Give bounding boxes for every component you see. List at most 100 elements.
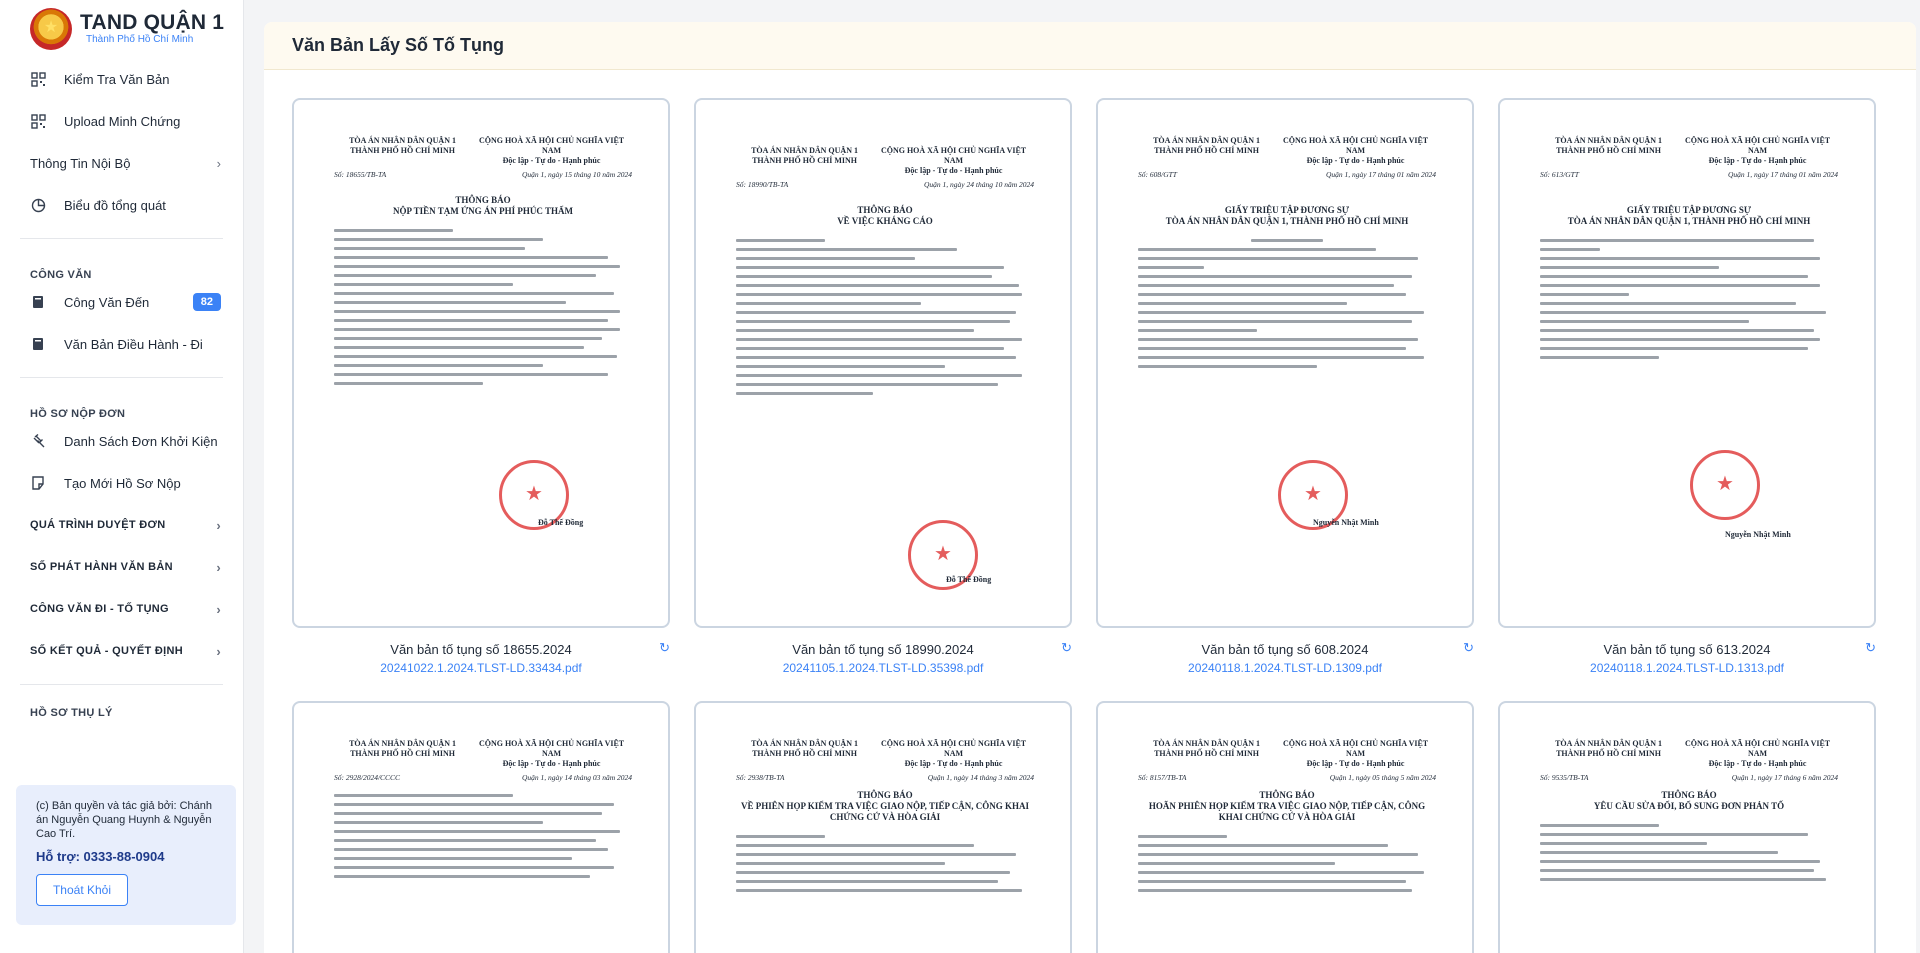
documents-card: Văn Bản Lấy Số Tố Tụng TÒA ÁN NHÂN DÂN Q… [264,22,1916,953]
sidebar-nav: Kiểm Tra Văn Bản Upload Minh Chứng Thông… [0,48,243,719]
scan-heading: GIẤY TRIỆU TẬP ĐƯƠNG SỰ [1224,205,1350,215]
sidebar-item-label: Thông Tin Nội Bộ [30,155,131,171]
document-card: TÒA ÁN NHÂN DÂN QUẬN 1 THÀNH PHỐ HỒ CHÍ M… [1096,701,1474,953]
refresh-icon[interactable]: ↻ [659,640,670,656]
scan-number: Số: 2928/2024/CCCC [334,773,401,782]
scan-motto: Độc lập - Tự do - Hạnh phúc [502,156,601,165]
scan-court: TÒA ÁN NHÂN DÂN QUẬN 1 [349,136,456,145]
scan-heading: THÔNG BÁO [857,790,913,800]
sidebar-item-check-docs[interactable]: Kiểm Tra Văn Bản [0,58,243,100]
scan-heading: THÔNG BÁO [1259,790,1315,800]
scan-city: THÀNH PHỐ HỒ CHÍ MINH [350,749,455,758]
document-title: Văn bản tố tụng số 608.2024 [1201,642,1369,657]
chevron-right-icon: › [216,643,221,659]
refresh-icon[interactable]: ↻ [1865,640,1876,656]
document-thumbnail[interactable]: TÒA ÁN NHÂN DÂN QUẬN 1 THÀNH PHỐ HỒ CHÍ M… [1096,98,1474,628]
refresh-icon[interactable]: ↻ [1061,640,1072,656]
sidebar-item-results[interactable]: SỐ KẾT QUẢ - QUYẾT ĐỊNH › [0,630,243,672]
document-card: TÒA ÁN NHÂN DÂN QUẬN 1 THÀNH PHỐ HỒ CHÍ M… [694,701,1072,953]
sidebar-item-internal-info[interactable]: Thông Tin Nội Bộ › [0,142,243,184]
document-title: Văn bản tố tụng số 18990.2024 [792,642,974,657]
scan-number: Số: 2938/TB-TA [736,773,785,782]
scan-subheading: YÊU CẦU SỬA ĐỔI, BỔ SUNG ĐƠN PHẢN TỐ [1593,801,1785,811]
book-icon [30,294,46,310]
scan-body-lines [1540,824,1838,881]
document-file-link[interactable]: 20240118.1.2024.TLST-LD.1309.pdf [1096,661,1474,675]
gavel-icon [30,433,46,449]
refresh-icon[interactable]: ↻ [1463,640,1474,656]
scan-number: Số: 18990/TB-TA [736,180,789,189]
scan-number: Số: 613/GTT [1540,170,1579,179]
qr-code-icon [30,113,46,129]
brand-title: TAND QUẬN 1 [80,11,225,34]
scan-heading: THÔNG BÁO [455,195,511,205]
main-content: Văn Bản Lấy Số Tố Tụng TÒA ÁN NHÂN DÂN Q… [244,0,1920,953]
scan-signer: Đỗ Thế Đồng [538,518,584,527]
sidebar-item-incoming[interactable]: Công Văn Đến 82 [0,281,243,323]
pie-chart-icon [30,197,46,213]
scan-date: Quận 1, ngày 17 tháng 6 năm 2024 [1731,773,1838,782]
scan-motto: Độc lập - Tự do - Hạnh phúc [904,166,1003,175]
scan-date: Quận 1, ngày 24 tháng 10 năm 2024 [924,180,1034,189]
sidebar-divider [20,238,223,239]
sidebar-item-label: SỐ KẾT QUẢ - QUYẾT ĐỊNH [30,645,183,657]
document-thumbnail[interactable]: TÒA ÁN NHÂN DÂN QUẬN 1 THÀNH PHỐ HỒ CHÍ M… [1498,98,1876,628]
scan-signer: Nguyễn Nhật Minh [1313,518,1379,527]
scan-republic: CỘNG HOÀ XÃ HỘI CHỦ NGHĨA VIỆT NAM [1684,739,1831,758]
sidebar-item-issued-docs[interactable]: SỐ PHÁT HÀNH VĂN BẢN › [0,546,243,588]
document-file-link[interactable]: 20241022.1.2024.TLST-LD.33434.pdf [292,661,670,675]
document-thumbnail[interactable]: TÒA ÁN NHÂN DÂN QUẬN 1 THÀNH PHỐ HỒ CHÍ M… [694,701,1072,953]
document-thumbnail[interactable]: TÒA ÁN NHÂN DÂN QUẬN 1 THÀNH PHỐ HỒ CHÍ M… [1498,701,1876,953]
sidebar-divider [20,377,223,378]
chevron-right-icon: › [216,517,221,533]
sidebar-item-label: Upload Minh Chứng [64,113,181,129]
sidebar-item-directives[interactable]: Văn Bản Điều Hành - Đi [0,323,243,365]
sidebar-item-review-process[interactable]: QUÁ TRÌNH DUYỆT ĐƠN › [0,504,243,546]
document-card: TÒA ÁN NHÂN DÂN QUẬN 1 THÀNH PHỐ HỒ CHÍ M… [292,701,670,953]
document-thumbnail[interactable]: TÒA ÁN NHÂN DÂN QUẬN 1 THÀNH PHỐ HỒ CHÍ M… [292,98,670,628]
sidebar-item-new-filing[interactable]: Tạo Mới Hồ Sơ Nộp [0,462,243,504]
scan-court: TÒA ÁN NHÂN DÂN QUẬN 1 [1555,739,1662,748]
book-icon [30,336,46,352]
document-thumbnail[interactable]: TÒA ÁN NHÂN DÂN QUẬN 1 THÀNH PHỐ HỒ CHÍ M… [694,98,1072,628]
sidebar-item-outgoing-proceedings[interactable]: CÔNG VĂN ĐI - TỐ TỤNG › [0,588,243,630]
page-title: Văn Bản Lấy Số Tố Tụng [264,22,1916,70]
scan-date: Quận 1, ngày 14 tháng 3 năm 2024 [927,773,1034,782]
scan-motto: Độc lập - Tự do - Hạnh phúc [1306,759,1405,768]
support-phone[interactable]: Hỗ trợ: 0333-88-0904 [36,849,216,864]
sidebar-item-label: Tạo Mới Hồ Sơ Nộp [64,475,181,491]
scan-republic: CỘNG HOÀ XÃ HỘI CHỦ NGHĨA VIỆT NAM [880,146,1027,165]
section-label-official: CÔNG VĂN [30,269,92,281]
scan-city: THÀNH PHỐ HỒ CHÍ MINH [1154,146,1259,155]
sidebar-item-overview-chart[interactable]: Biểu đồ tổng quát [0,184,243,226]
brand[interactable]: TAND QUẬN 1 Thành Phố Hồ Chí Minh [0,0,243,50]
scan-city: THÀNH PHỐ HỒ CHÍ MINH [752,749,857,758]
scan-republic: CỘNG HOÀ XÃ HỘI CHỦ NGHĨA VIỆT NAM [880,739,1027,758]
sidebar-item-lawsuit-list[interactable]: Danh Sách Đơn Khởi Kiện [0,420,243,462]
document-thumbnail[interactable]: TÒA ÁN NHÂN DÂN QUẬN 1 THÀNH PHỐ HỒ CHÍ M… [1096,701,1474,953]
document-card: TÒA ÁN NHÂN DÂN QUẬN 1 THÀNH PHỐ HỒ CHÍ M… [1498,701,1876,953]
court-emblem-icon [30,8,72,50]
document-card: TÒA ÁN NHÂN DÂN QUẬN 1 THÀNH PHỐ HỒ CHÍ M… [1498,98,1876,675]
document-file-link[interactable]: 20241105.1.2024.TLST-LD.35398.pdf [694,661,1072,675]
sidebar-item-upload-proof[interactable]: Upload Minh Chứng [0,100,243,142]
scan-signer: Nguyễn Nhật Minh [1725,530,1791,539]
logout-button[interactable]: Thoát Khỏi [36,874,128,906]
court-stamp-icon [1690,450,1760,520]
document-card: TÒA ÁN NHÂN DÂN QUẬN 1 THÀNH PHỐ HỒ CHÍ M… [292,98,670,675]
scan-republic: CỘNG HOÀ XÃ HỘI CHỦ NGHĨA VIỆT NAM [1684,136,1831,155]
copyright-text: (c) Bản quyền và tác giả bởi: Chánh án N… [36,800,212,840]
scan-motto: Độc lập - Tự do - Hạnh phúc [1306,156,1405,165]
scan-number: Số: 18655/TB-TA [334,170,387,179]
scan-date: Quận 1, ngày 17 tháng 01 năm 2024 [1728,170,1838,179]
scan-body-lines [1138,239,1436,368]
sidebar-divider [20,684,223,685]
scan-court: TÒA ÁN NHÂN DÂN QUẬN 1 [751,146,858,155]
scan-republic: CỘNG HOÀ XÃ HỘI CHỦ NGHĨA VIỆT NAM [478,739,625,758]
document-thumbnail[interactable]: TÒA ÁN NHÂN DÂN QUẬN 1 THÀNH PHỐ HỒ CHÍ M… [292,701,670,953]
sidebar-item-label: Danh Sách Đơn Khởi Kiện [64,433,218,449]
sidebar-item-label: Kiểm Tra Văn Bản [64,71,170,87]
scan-body-lines [736,835,1034,892]
chevron-right-icon: › [216,559,221,575]
document-file-link[interactable]: 20240118.1.2024.TLST-LD.1313.pdf [1498,661,1876,675]
